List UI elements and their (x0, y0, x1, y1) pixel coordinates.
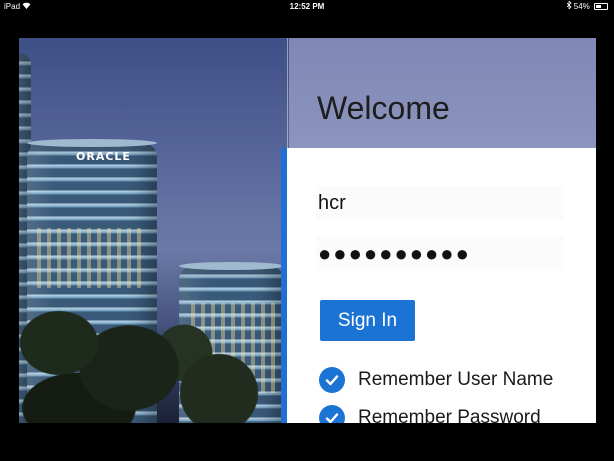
checkmark-circle-icon[interactable] (319, 367, 345, 393)
form-accent-bar (281, 148, 287, 423)
campus-photo: ORACLE (19, 38, 289, 423)
header-divider (287, 38, 288, 148)
password-input[interactable]: ●●●●●●●●●● (316, 237, 564, 271)
login-form: hcr ●●●●●●●●●● Sign In Remember User Nam… (281, 148, 596, 423)
remember-user-checkbox[interactable]: Remember User Name (319, 366, 553, 394)
battery-percent: 54% (573, 2, 590, 11)
trees (19, 283, 289, 423)
building-logo: ORACLE (76, 150, 131, 163)
remember-password-label: Remember Password (358, 407, 541, 423)
battery-level-fill (596, 5, 601, 9)
status-time: 12:52 PM (289, 2, 325, 11)
bluetooth-icon (566, 0, 574, 11)
sign-in-button[interactable]: Sign In (320, 300, 415, 341)
login-window: ORACLE Welcome hcr ●●●●●●●●●● Sign In Re… (19, 38, 596, 423)
status-bar: iPad 12:52 PM 54% (0, 0, 614, 14)
username-input[interactable]: hcr (316, 186, 564, 220)
lit-windows (37, 228, 147, 288)
building-side-roof (179, 262, 284, 270)
building-roof (27, 139, 157, 147)
battery-icon (594, 3, 608, 11)
remember-user-label: Remember User Name (358, 369, 554, 390)
status-right: 54% (566, 0, 608, 14)
remember-password-checkbox[interactable]: Remember Password (319, 404, 541, 423)
checkmark-circle-icon[interactable] (319, 405, 345, 423)
page-title: Welcome (317, 90, 450, 126)
